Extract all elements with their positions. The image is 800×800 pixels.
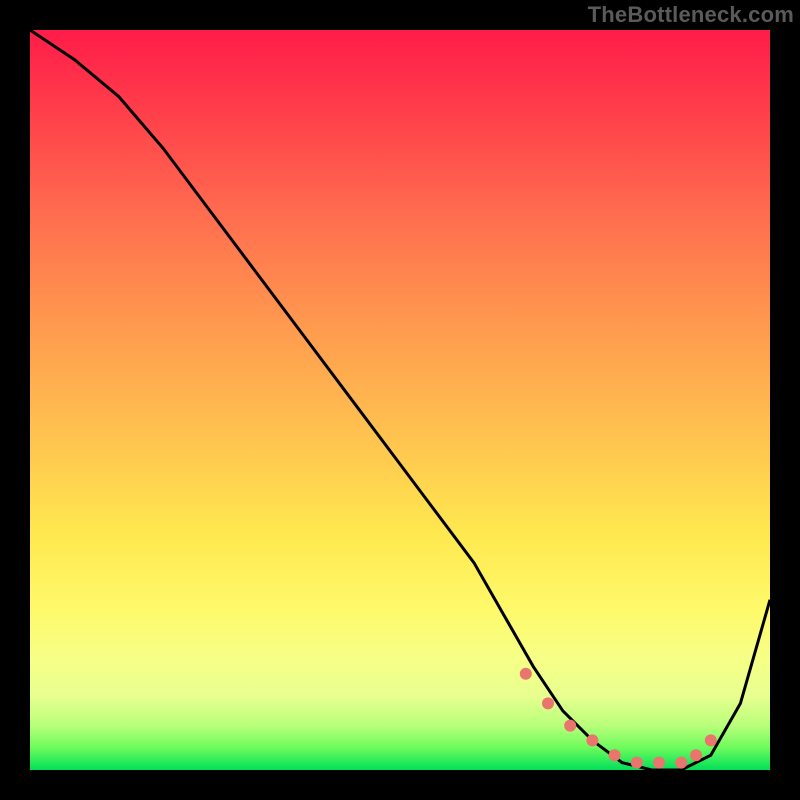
highlight-dot xyxy=(542,697,554,709)
bottleneck-curve-path xyxy=(30,30,770,770)
highlight-dot xyxy=(675,757,687,769)
highlight-dots-group xyxy=(520,668,717,769)
highlight-dot xyxy=(586,734,598,746)
highlight-dot xyxy=(609,749,621,761)
plot-area xyxy=(30,30,770,770)
highlight-dot xyxy=(520,668,532,680)
highlight-dot xyxy=(564,720,576,732)
curve-layer xyxy=(30,30,770,770)
highlight-dot xyxy=(653,757,665,769)
highlight-dot xyxy=(631,757,643,769)
chart-frame: TheBottleneck.com xyxy=(0,0,800,800)
watermark-text: TheBottleneck.com xyxy=(588,2,794,28)
highlight-dot xyxy=(690,749,702,761)
highlight-dot xyxy=(705,734,717,746)
